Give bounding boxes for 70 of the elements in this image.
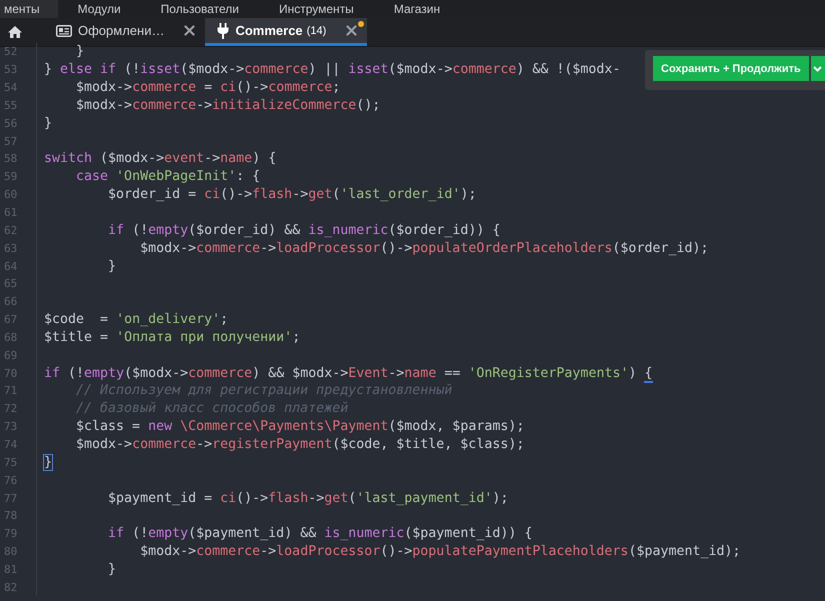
- menu-item[interactable]: Пользователи: [160, 0, 279, 18]
- code-line: // Используем для регистрации предустановленный: [75, 383, 452, 398]
- line-number: 74: [0, 436, 37, 454]
- line-number: 82: [0, 578, 37, 596]
- code-line: if (!empty($payment_id) && is_numeric($payment_id)) {: [107, 526, 532, 542]
- close-icon[interactable]: [184, 25, 196, 36]
- tab-label: Оформлени…: [78, 23, 164, 38]
- line-number: 67: [0, 310, 37, 328]
- line-number: 62: [0, 221, 37, 240]
- line-number: 78: [0, 506, 37, 525]
- code-line: $class = new \Commerce\Payments\Payment($modx, $params);: [75, 419, 524, 434]
- line-number: 65: [0, 274, 37, 293]
- line-number: 56: [0, 114, 37, 132]
- tab-count: (14): [306, 24, 326, 36]
- line-number: 59: [0, 168, 37, 186]
- code-line: $modx->commerce = ci()->commerce;: [75, 80, 340, 96]
- code-line: $modx->commerce->initializeCommerce();: [75, 98, 380, 113]
- line-number: 54: [0, 78, 37, 97]
- code-line: if (!empty($modx->commerce) && $modx->Event->name == 'OnRegisterPayments') {: [43, 366, 652, 381]
- code-line: }: [43, 116, 52, 131]
- line-number: 69: [0, 346, 37, 364]
- line-number: 58: [0, 150, 37, 168]
- code-line: $modx->commerce->loadProcessor()->populateOrderPlaceholders($order_id);: [139, 240, 708, 256]
- dropdown-button[interactable]: [810, 56, 825, 81]
- line-number: 77: [0, 489, 37, 507]
- line-number: 57: [0, 132, 37, 150]
- line-number: 80: [0, 542, 37, 560]
- tab-label: Commerce: [235, 23, 303, 38]
- line-number: 52: [0, 43, 37, 61]
- line-number: 55: [0, 96, 37, 114]
- code-line: } else if (!isset($modx->commerce) || isset($modx->commerce) && !($modx-: [43, 62, 620, 78]
- close-icon[interactable]: [346, 25, 358, 36]
- line-number: 81: [0, 560, 37, 578]
- code-line: case 'OnWebPageInit': {: [75, 169, 260, 184]
- line-number: 53: [0, 60, 37, 79]
- line-number: 79: [0, 524, 37, 543]
- line-number: 73: [0, 418, 37, 436]
- code-line: }: [107, 258, 116, 274]
- code-line: $modx->commerce->registerPayment($code, $title, $class);: [75, 436, 524, 452]
- line-number: 71: [0, 382, 37, 400]
- code-line: $modx->commerce->loadProcessor()->populatePaymentPlaceholders($payment_id);: [139, 544, 741, 560]
- code-line: $title = 'Оплата при получении';: [43, 330, 300, 345]
- code-line: }: [75, 44, 84, 60]
- home-icon[interactable]: [7, 25, 23, 39]
- line-number: 70: [0, 364, 37, 382]
- code-line: $code = 'on_delivery';: [43, 312, 228, 328]
- code-line: switch ($modx->event->name) {: [43, 151, 276, 166]
- code-line: }: [43, 454, 52, 470]
- editor-tab[interactable]: Commerce (14): [205, 18, 368, 46]
- line-number: 68: [0, 328, 37, 346]
- line-number: 75: [0, 453, 37, 472]
- line-number: 66: [0, 292, 37, 311]
- menu-item[interactable]: Инструменты: [278, 0, 394, 18]
- card-icon: [56, 24, 72, 36]
- code-line: // базовый класс способов платежей: [75, 401, 348, 416]
- line-number: 60: [0, 186, 37, 204]
- code-line: }: [107, 562, 116, 577]
- line-number: 64: [0, 257, 37, 275]
- plug-icon: [217, 22, 230, 38]
- code-line: $payment_id = ci()->flash->get('last_payment_id');: [107, 490, 508, 506]
- menu-item[interactable]: менты: [0, 0, 58, 18]
- menu-item[interactable]: Магазин: [394, 0, 480, 18]
- line-number: 72: [0, 400, 37, 418]
- editor-tab[interactable]: Оформлени…: [44, 18, 206, 46]
- code-line: if (!empty($order_id) && is_numeric($order_id)) {: [107, 222, 500, 238]
- line-number: 76: [0, 471, 37, 490]
- menu-item[interactable]: Модули: [78, 0, 161, 18]
- line-number: 63: [0, 239, 37, 258]
- code-line: $order_id = ci()->flash->get('last_order_id');: [107, 187, 476, 202]
- line-number: 61: [0, 204, 37, 222]
